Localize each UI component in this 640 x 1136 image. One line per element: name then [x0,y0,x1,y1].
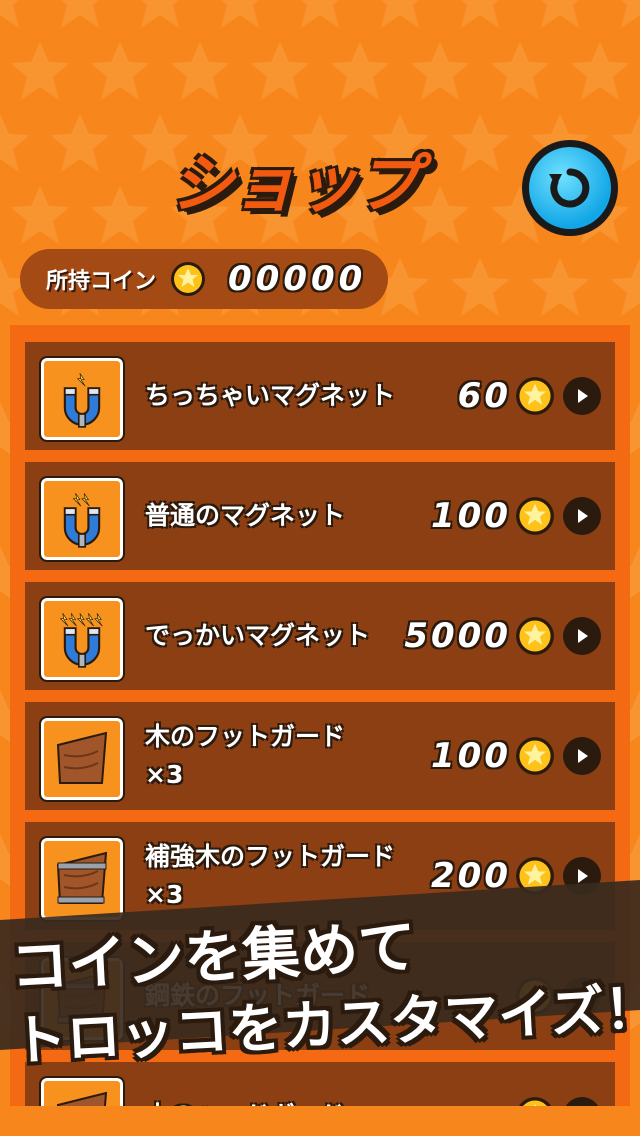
item-price: 60 [458,342,555,450]
wood-head-guard-icon [39,1076,125,1106]
item-name-line1: ちっちゃいマグネット [145,381,396,410]
back-button[interactable] [522,140,618,236]
chevron-right-icon [578,509,588,523]
item-name: ちっちゃいマグネット [145,342,405,450]
star-coin-icon [516,497,554,535]
owned-coins-label: 所持コイン [46,269,157,294]
item-price-value: 5000 [404,616,511,656]
item-price: 100 [431,462,555,570]
shop-item-row[interactable]: でっかいマグネット 5000 [25,582,615,690]
item-price: 100 [431,702,555,810]
buy-arrow-button[interactable] [563,377,601,415]
item-name-line1: 木のヘッドガード [145,1097,405,1106]
shop-item-row[interactable]: 木のフットガード ×3 100 [25,702,615,810]
chevron-right-icon [578,389,588,403]
item-name-line1: 木のフットガード [145,722,346,751]
item-name: 木のフットガード ×3 [145,702,405,810]
item-price-value: 60 [457,376,511,416]
item-name-line1: 補強木のフットガード [145,842,396,871]
bottom-edge [0,1106,640,1136]
chevron-right-icon [578,749,588,763]
buy-arrow-button[interactable] [563,737,601,775]
star-coin-icon [518,1097,552,1106]
chevron-right-icon [578,629,588,643]
wood-foot-guard-icon [39,716,125,802]
big-magnet-icon [39,596,125,682]
item-name-line1: 普通のマグネット [145,501,346,530]
buy-arrow-button[interactable] [563,497,601,535]
item-price-value: 100 [431,496,511,536]
buy-arrow-button[interactable] [563,1097,601,1106]
magnet-icon [39,476,125,562]
item-name: 普通のマグネット [145,462,405,570]
star-coin-icon [516,377,554,415]
item-price-value: 100 [431,736,511,776]
item-name-line2: ×3 [145,760,184,789]
page-title: ショップ [170,148,420,222]
promo-banner: コインを集めて トロッコをカスタマイズ！ [0,880,640,1080]
buy-arrow-button[interactable] [563,617,601,655]
small-magnet-icon [39,356,125,442]
star-coin-icon [516,737,554,775]
shop-item-row[interactable]: ちっちゃいマグネット 60 [25,342,615,450]
star-coin-icon [171,262,206,296]
shop-item-row[interactable]: 普通のマグネット 100 [25,462,615,570]
item-name-line1: でっかいマグネット [145,621,371,650]
owned-coins-bar: 所持コイン 00000 [20,249,388,309]
star-coin-icon [516,617,554,655]
item-price: 5000 [404,582,555,690]
item-name: でっかいマグネット [145,582,405,690]
refresh-back-icon [549,168,590,208]
owned-coins-amount: 00000 [228,259,367,299]
